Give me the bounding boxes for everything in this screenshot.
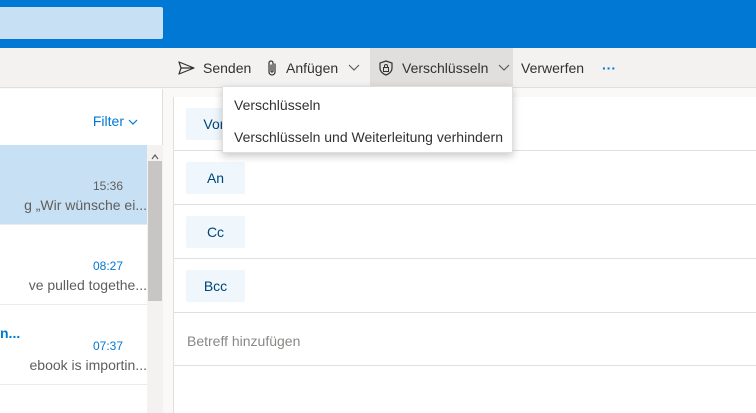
discard-label: Verwerfen: [521, 60, 585, 76]
chevron-down-icon: [124, 113, 138, 129]
cc-row[interactable]: Cc: [174, 205, 756, 259]
to-row[interactable]: An: [174, 151, 756, 205]
message-time: 08:27: [92, 259, 123, 273]
attach-button[interactable]: Anfügen: [266, 48, 360, 88]
more-options-button[interactable]: ···: [602, 48, 616, 88]
message-time: 07:37: [92, 339, 123, 353]
paperclip-icon: [266, 59, 278, 77]
discard-button[interactable]: Verwerfen: [521, 48, 584, 88]
message-time: 15:36: [92, 179, 123, 193]
encrypt-button[interactable]: Verschlüsseln: [370, 48, 513, 88]
scrollbar-thumb[interactable]: [148, 161, 162, 301]
send-button[interactable]: Senden: [178, 48, 251, 88]
app-header: [0, 0, 756, 48]
menu-item-encrypt[interactable]: Verschlüsseln: [234, 97, 320, 113]
cc-button[interactable]: Cc: [186, 216, 245, 248]
bcc-button[interactable]: Bcc: [186, 270, 245, 302]
encrypt-dropdown-menu: Verschlüsseln Verschlüsseln und Weiterle…: [222, 86, 513, 153]
compose-toolbar: Senden Anfügen Verschlüsseln Verwerfen ·…: [0, 48, 756, 88]
message-item[interactable]: n... 07:37 ebook is importin...: [0, 305, 147, 385]
send-icon: [178, 61, 195, 75]
message-list-pane: Filter 15:36 g „Wir wünsche ei... 08:27 …: [0, 89, 163, 413]
bcc-label: Bcc: [203, 278, 228, 294]
filter-label: Filter: [92, 113, 124, 129]
ellipsis-icon: ···: [602, 60, 616, 76]
send-label: Senden: [203, 60, 252, 76]
message-sender: n...: [0, 325, 21, 341]
chevron-down-icon[interactable]: [348, 64, 360, 72]
message-item[interactable]: 15:36 g „Wir wünsche ei...: [0, 145, 147, 225]
filter-button[interactable]: Filter: [93, 113, 138, 129]
subject-input[interactable]: Betreff hinzufügen: [187, 333, 300, 349]
bcc-row[interactable]: Bcc: [174, 259, 756, 313]
cc-label: Cc: [206, 224, 225, 240]
attach-label: Anfügen: [286, 60, 339, 76]
message-list-scrollbar[interactable]: [147, 145, 163, 413]
message-item[interactable]: 08:27 ve pulled togethe...: [0, 225, 147, 305]
encrypt-label: Verschlüsseln: [402, 60, 489, 76]
search-box[interactable]: [0, 7, 163, 39]
shield-lock-icon: [378, 60, 394, 76]
chevron-down-icon[interactable]: [498, 64, 510, 72]
to-label: An: [206, 170, 225, 186]
menu-item-encrypt-do-not-forward[interactable]: Verschlüsseln und Weiterleitung verhinde…: [234, 129, 503, 145]
to-button[interactable]: An: [186, 162, 245, 194]
